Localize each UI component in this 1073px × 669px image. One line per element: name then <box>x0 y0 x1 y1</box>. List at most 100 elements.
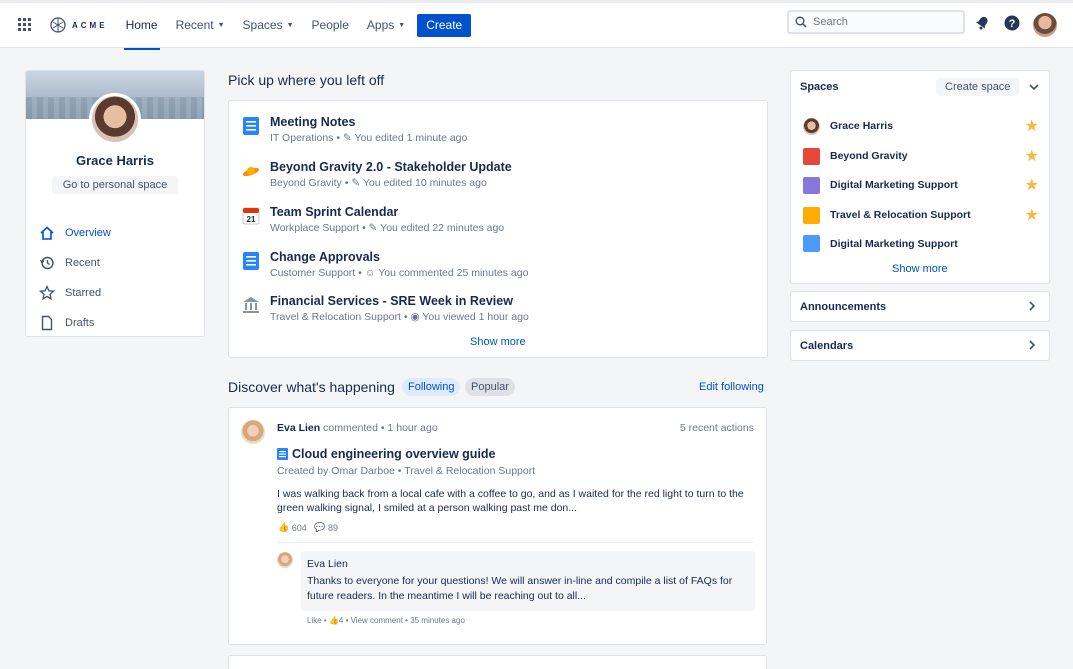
tab-popular[interactable]: Popular <box>465 378 515 396</box>
search-icon <box>795 16 807 28</box>
recent-item[interactable]: Meeting Notes IT Operations • ✎ You edit… <box>242 115 467 144</box>
pencil-icon: ✎ <box>342 132 352 144</box>
recent-item[interactable]: Beyond Gravity 2.0 - Stakeholder Update … <box>242 160 512 189</box>
avatar[interactable] <box>241 420 265 444</box>
tab-following[interactable]: Following <box>402 378 461 396</box>
space-logo <box>803 206 820 224</box>
activity-header: Eva Lien commented • 1 hour ago <box>277 422 438 434</box>
recent-item-space: Travel & Relocation Support <box>270 311 401 323</box>
spaces-title: Spaces <box>800 81 839 93</box>
create-space-button[interactable]: Create space <box>936 78 1020 96</box>
menu-item-label: Recent <box>65 257 100 269</box>
bank-icon <box>243 297 259 313</box>
menu-item-label: Overview <box>65 227 111 239</box>
divider <box>277 542 754 543</box>
activity-verb: commented <box>323 422 378 434</box>
space-name: Digital Marketing Support <box>830 179 958 191</box>
recent-item-meta: Workplace Support • ✎ You edited 22 minu… <box>270 222 505 234</box>
like-icon[interactable]: 👍 <box>278 522 289 533</box>
help-icon[interactable]: ? <box>1004 15 1020 31</box>
space-item[interactable]: Digital Marketing Support <box>803 235 1039 252</box>
star-icon[interactable]: ★ <box>1025 175 1039 195</box>
comment-box: Eva Lien Thanks to everyone for your que… <box>301 551 755 611</box>
recent-item[interactable]: Change Approvals Customer Support • ☺ Yo… <box>242 250 528 279</box>
comment-like-link[interactable]: Like <box>307 616 322 625</box>
profile-card: Grace Harris Go to personal space Overvi… <box>25 70 205 337</box>
nav-people-label: People <box>311 18 349 32</box>
nav-apps-label: Apps <box>366 18 395 32</box>
recent-actions-count[interactable]: 5 recent actions <box>680 422 754 434</box>
space-item[interactable]: Travel & Relocation Support ★ <box>803 205 1039 225</box>
chevron-down-icon[interactable] <box>1028 82 1040 92</box>
comment-footer: Like • 👍 4 • View comment • 35 minutes ag… <box>307 616 465 625</box>
nav-people[interactable]: People <box>312 1 349 49</box>
search-input[interactable] <box>813 16 953 28</box>
svg-text:21: 21 <box>247 215 256 224</box>
app-switcher-icon[interactable] <box>18 18 32 32</box>
star-icon[interactable]: ★ <box>1025 205 1039 225</box>
notifications-bell-icon[interactable] <box>975 15 990 30</box>
user-avatar[interactable] <box>1033 13 1057 37</box>
nav-spaces[interactable]: Spaces ▼ <box>243 1 294 49</box>
create-button[interactable]: Create <box>417 13 472 37</box>
activity-document[interactable]: Cloud engineering overview guide <box>277 447 496 461</box>
spaces-card: Spaces Create space Grace Harris ★ Beyon… <box>790 70 1050 284</box>
recent-item[interactable]: Financial Services - SRE Week in Review … <box>242 294 529 323</box>
recent-item-meta: Customer Support • ☺ You commented 25 mi… <box>270 267 529 279</box>
recent-item-space: Workplace Support <box>270 222 360 234</box>
recent-show-more-link[interactable]: Show more <box>470 336 526 348</box>
comment-author[interactable]: Eva Lien <box>307 558 749 570</box>
chevron-down-icon: ▼ <box>217 21 225 29</box>
search-box[interactable] <box>787 10 965 34</box>
nav-apps[interactable]: Apps ▼ <box>367 1 405 49</box>
nav-recent[interactable]: Recent ▼ <box>176 1 225 49</box>
space-name: Travel & Relocation Support <box>830 209 971 221</box>
space-item[interactable]: Beyond Gravity ★ <box>803 146 1039 166</box>
space-item[interactable]: Grace Harris ★ <box>803 116 1039 136</box>
spaces-show-more-link[interactable]: Show more <box>892 263 948 275</box>
recent-item-title: Team Sprint Calendar <box>270 205 399 219</box>
acme-logo[interactable]: ACME <box>50 17 108 33</box>
nav-home-label: Home <box>125 18 158 32</box>
nav-home[interactable]: Home <box>123 1 160 50</box>
eye-icon: ◉ <box>410 311 420 323</box>
space-logo <box>803 176 820 194</box>
menu-item-drafts[interactable]: Drafts <box>26 308 204 336</box>
history-icon <box>39 256 54 270</box>
recent-section-title: Pick up where you left off <box>228 72 385 88</box>
activity-document-title: Cloud engineering overview guide <box>292 447 496 461</box>
recent-item[interactable]: 21 Team Sprint Calendar Workplace Suppor… <box>242 205 504 234</box>
personal-space-button[interactable]: Go to personal space <box>52 176 178 194</box>
avatar[interactable] <box>277 552 293 568</box>
pencil-icon: ✎ <box>368 222 378 234</box>
edit-following-link[interactable]: Edit following <box>699 381 764 393</box>
activity-excerpt: I was walking back from a local cafe wit… <box>277 488 744 514</box>
announcements-panel[interactable]: Announcements <box>790 291 1050 322</box>
space-item[interactable]: Digital Marketing Support ★ <box>803 175 1039 195</box>
activity-user[interactable]: Eva Lien <box>277 422 320 434</box>
space-avatar <box>803 117 820 135</box>
recent-item-title: Beyond Gravity 2.0 - Stakeholder Update <box>270 160 512 174</box>
recent-item-action: You edited 1 minute ago <box>354 132 468 144</box>
activity-document-meta: Created by Omar Darboe • Travel & Reloca… <box>277 465 536 477</box>
recent-item-space: Beyond Gravity <box>270 177 342 189</box>
calendars-panel[interactable]: Calendars <box>790 330 1050 361</box>
recent-item-action: You commented 25 minutes ago <box>378 267 529 279</box>
recent-item-action: You viewed 1 hour ago <box>422 311 529 323</box>
menu-item-recent[interactable]: Recent <box>26 248 204 278</box>
comment-text: Thanks to everyone for your questions! W… <box>307 575 733 602</box>
like-icon: 👍 <box>328 616 339 625</box>
menu-item-starred[interactable]: Starred <box>26 278 204 308</box>
menu-item-overview[interactable]: Overview <box>26 218 204 248</box>
calendar-icon: 21 <box>242 207 260 225</box>
announcements-title: Announcements <box>800 301 887 313</box>
nav-recent-label: Recent <box>175 18 214 32</box>
star-icon[interactable]: ★ <box>1025 116 1039 136</box>
view-comment-link[interactable]: View comment <box>351 616 403 625</box>
menu-item-label: Starred <box>65 287 102 299</box>
star-icon[interactable]: ★ <box>1025 146 1039 166</box>
recent-item-meta: Travel & Relocation Support • ◉ You view… <box>270 311 529 323</box>
comment-like-count: 4 <box>338 616 344 625</box>
nav-spaces-label: Spaces <box>242 18 283 32</box>
comment-icon[interactable]: 💬 <box>314 522 325 533</box>
